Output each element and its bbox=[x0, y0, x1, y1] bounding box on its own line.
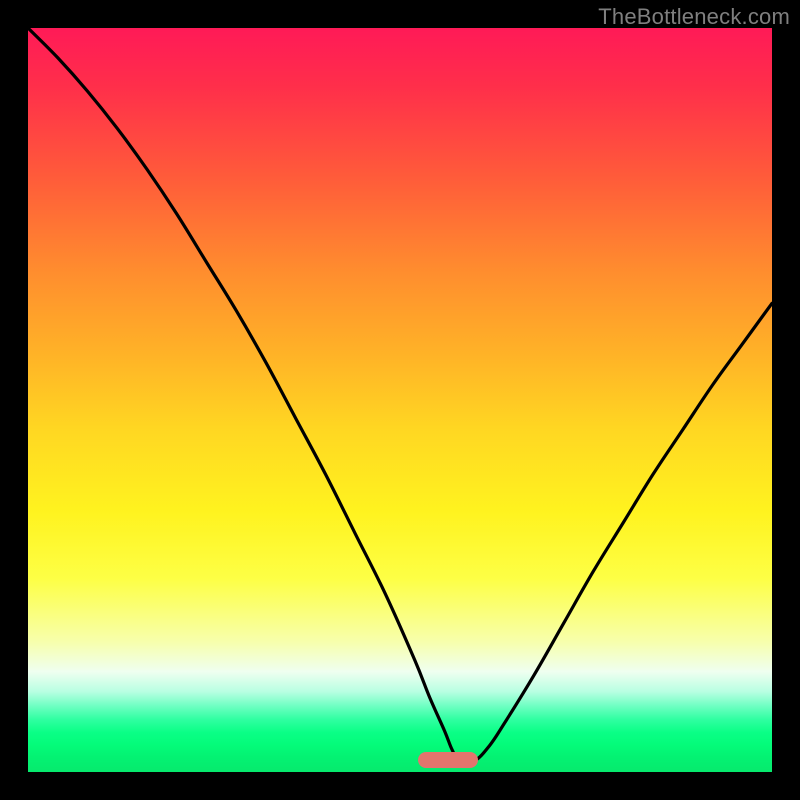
chart-frame: TheBottleneck.com bbox=[0, 0, 800, 800]
plot-area bbox=[28, 28, 772, 772]
optimal-range-marker bbox=[418, 752, 478, 768]
bottleneck-curve bbox=[28, 28, 772, 772]
watermark-text: TheBottleneck.com bbox=[598, 4, 790, 30]
